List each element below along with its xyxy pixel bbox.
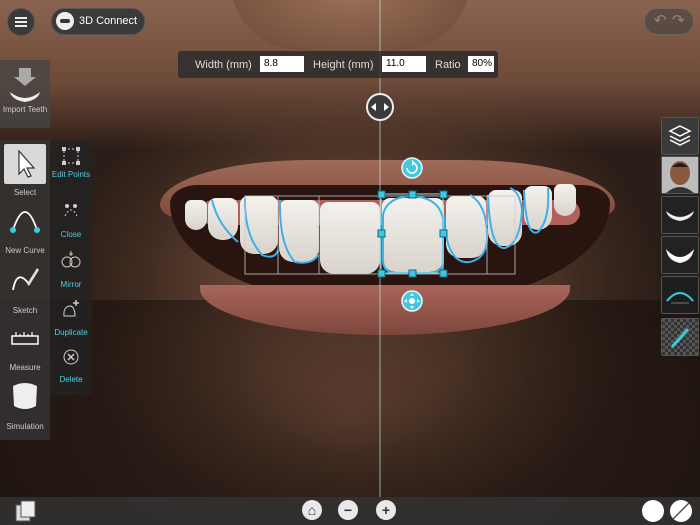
- zoom-out-button[interactable]: −: [338, 500, 358, 520]
- ratio-label: Ratio: [435, 59, 461, 71]
- tooth-icon: [13, 383, 37, 409]
- handle-top-right: [439, 190, 448, 199]
- texture-layer-thumbnail[interactable]: [661, 318, 699, 356]
- zoom-in-button[interactable]: +: [376, 500, 396, 520]
- arch-scan: [662, 277, 698, 313]
- slash-icon: [672, 502, 690, 520]
- face-photo: [662, 157, 698, 193]
- curve-sub-tools: Edit Points Close Mirror Duplicate Delet…: [50, 140, 92, 395]
- rotate-handle[interactable]: [401, 157, 423, 179]
- simulation-tool[interactable]: Simulation: [0, 378, 50, 434]
- outline-right-3: [523, 187, 550, 234]
- edit-points-icon: [62, 147, 80, 165]
- plus-icon: +: [381, 502, 391, 518]
- delete-tool[interactable]: Delete: [50, 345, 92, 389]
- select-label: Select: [13, 188, 37, 197]
- cursor-icon: [18, 149, 36, 178]
- import-teeth-icon: [10, 68, 40, 102]
- handle-bottom-left: [377, 269, 386, 278]
- home-zoom-button[interactable]: ⌂: [302, 500, 322, 520]
- white-color-swatch[interactable]: [642, 500, 664, 522]
- simulation-label: Simulation: [6, 422, 44, 431]
- curve-icon: [10, 211, 40, 233]
- outline-right-2: [487, 187, 524, 250]
- home-icon: ⌂: [307, 502, 317, 518]
- midline-handle[interactable]: [366, 93, 394, 121]
- design-overlay: [211, 0, 550, 497]
- tooth-dimension-bar: Width (mm) 8.8 Height (mm) 11.0 Ratio 80…: [178, 51, 498, 78]
- close-shape-tool[interactable]: Close: [50, 198, 92, 240]
- outline-left-2: [243, 197, 279, 258]
- teeth-photo: [662, 237, 698, 273]
- outline-left-3: [211, 199, 239, 243]
- arch-scan-thumbnail[interactable]: [661, 276, 699, 314]
- handle-top-center: [408, 190, 417, 199]
- selected-tooth-shape[interactable]: [380, 193, 444, 274]
- move-icon: [409, 298, 415, 304]
- no-fill-swatch[interactable]: [670, 500, 692, 522]
- teeth-photo-thumbnail[interactable]: [661, 236, 699, 274]
- hamburger-icon: [15, 17, 27, 19]
- layers-icon: [668, 125, 692, 146]
- mirror-label: Mirror: [60, 280, 82, 289]
- bottom-toolbar: ⌂ − +: [0, 497, 700, 525]
- ratio-field[interactable]: 80%: [468, 56, 494, 72]
- redo-icon[interactable]: ↷: [672, 11, 685, 29]
- smile-photo-thumbnail[interactable]: [661, 196, 699, 234]
- measure-label: Measure: [9, 363, 41, 372]
- undo-icon[interactable]: ↶: [654, 11, 667, 29]
- sketch-label: Sketch: [12, 306, 38, 315]
- edit-points-tool[interactable]: Edit Points: [50, 144, 92, 192]
- handle-top-left: [377, 190, 386, 199]
- delete-label: Delete: [59, 375, 83, 384]
- gallery-icon[interactable]: [14, 499, 38, 523]
- import-teeth-label: Import Teeth: [2, 105, 48, 114]
- delete-icon: [63, 349, 79, 365]
- edit-points-label: Edit Points: [51, 170, 91, 179]
- new-curve-label: New Curve: [5, 246, 45, 255]
- tool-palette: Select New Curve Sketch Measure Simulati…: [0, 140, 50, 440]
- handle-mid-left: [377, 229, 386, 238]
- minus-icon: −: [343, 502, 353, 518]
- face-photo-thumbnail[interactable]: [661, 156, 699, 194]
- 3d-connect-label: 3D Connect: [79, 15, 138, 27]
- smile-photo: [662, 197, 698, 233]
- menu-button[interactable]: [7, 8, 35, 36]
- outline-left-1: [278, 199, 319, 264]
- 3d-connect-button[interactable]: 3D Connect: [51, 8, 145, 35]
- layers-button[interactable]: [661, 117, 699, 155]
- height-label: Height (mm): [313, 59, 374, 71]
- handle-mid-right: [439, 229, 448, 238]
- duplicate-tool[interactable]: Duplicate: [50, 298, 92, 340]
- mirror-icon: [61, 251, 81, 268]
- handle-bottom-right: [439, 269, 448, 278]
- duplicate-label: Duplicate: [54, 328, 88, 337]
- close-shape-icon: [64, 204, 78, 217]
- height-field[interactable]: 11.0: [382, 56, 426, 72]
- ruler-icon: [11, 332, 39, 345]
- pencil-icon: [12, 268, 39, 291]
- width-label: Width (mm): [195, 59, 252, 71]
- measure-tool[interactable]: Measure: [0, 320, 50, 376]
- import-teeth-button[interactable]: Import Teeth: [0, 60, 50, 128]
- select-tool[interactable]: Select: [0, 142, 50, 198]
- 3d-connect-icon: [56, 12, 74, 30]
- mirror-tool[interactable]: Mirror: [50, 248, 92, 290]
- width-field[interactable]: 8.8: [260, 56, 304, 72]
- outline-right-1: [443, 194, 489, 264]
- duplicate-icon: [63, 300, 79, 317]
- sketch-tool[interactable]: Sketch: [0, 260, 50, 316]
- new-curve-tool[interactable]: New Curve: [0, 202, 50, 256]
- texture-layer: [662, 319, 698, 355]
- undo-redo-group: ↶ ↷: [644, 8, 694, 35]
- move-handle[interactable]: [401, 290, 423, 312]
- close-label: Close: [60, 230, 82, 239]
- handle-bottom-center: [408, 269, 417, 278]
